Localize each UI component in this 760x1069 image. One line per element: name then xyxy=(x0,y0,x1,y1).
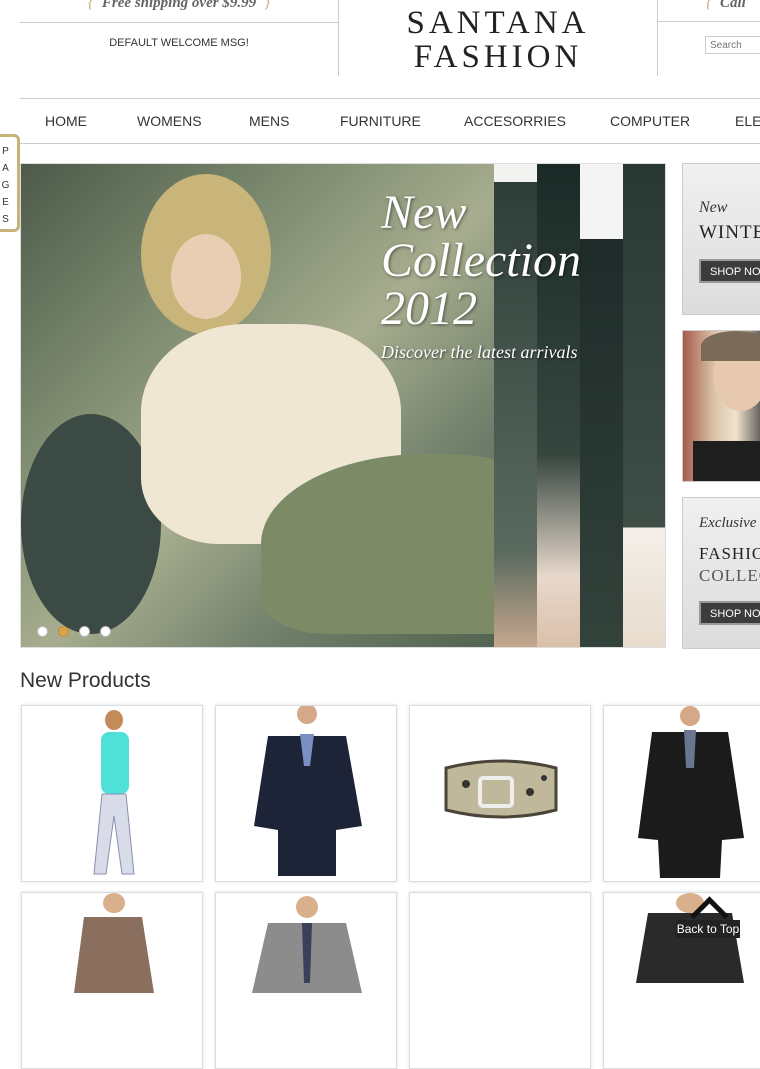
nav-item-furniture[interactable]: FURNITURE xyxy=(340,113,421,129)
nav-item-womens[interactable]: WOMENS xyxy=(137,113,202,129)
promo-hair xyxy=(701,331,760,361)
product-image xyxy=(444,759,558,819)
slider-dot-active[interactable] xyxy=(58,626,69,637)
logo-line1: SANTANA xyxy=(406,5,590,41)
brace-icon: } xyxy=(264,0,271,11)
pages-letter: E xyxy=(2,197,9,208)
pages-letter: A xyxy=(2,163,9,174)
pages-letter: P xyxy=(2,146,9,157)
product-card[interactable] xyxy=(409,892,591,1069)
pages-side-tab[interactable]: P A G E S xyxy=(0,134,20,232)
slider-dot[interactable] xyxy=(37,626,48,637)
nav-item-mens[interactable]: MENS xyxy=(249,113,289,129)
call-text: Call xyxy=(720,0,746,11)
product-card[interactable] xyxy=(215,892,397,1069)
product-card[interactable] xyxy=(603,705,760,882)
product-image xyxy=(74,893,154,993)
product-card[interactable] xyxy=(409,705,591,882)
banner-subtitle: Discover the latest arrivals xyxy=(381,342,578,362)
banner-slice xyxy=(623,164,665,647)
promo-winter[interactable]: New WINTER SHOP NOW xyxy=(682,163,760,315)
product-card[interactable] xyxy=(21,705,203,882)
slider-dot[interactable] xyxy=(100,626,111,637)
slider-dots xyxy=(37,624,121,642)
product-card[interactable] xyxy=(21,892,203,1069)
search-input[interactable] xyxy=(705,36,760,54)
call-banner: { Call xyxy=(658,0,760,22)
promo-label: Exclusive xyxy=(699,515,757,531)
slider-dot[interactable] xyxy=(79,626,90,637)
product-image xyxy=(254,706,362,876)
promo-label: New xyxy=(699,199,728,216)
logo-line2: FASHION xyxy=(413,39,583,75)
product-image xyxy=(638,706,744,878)
hero-slider[interactable]: New Collection 2012 Discover the latest … xyxy=(20,163,666,648)
free-shipping-text: Free shipping over $9.99 xyxy=(101,0,257,11)
shop-now-button[interactable]: SHOP NOW xyxy=(699,259,760,283)
banner-slice xyxy=(580,164,623,647)
product-image xyxy=(252,896,362,993)
pages-letter: G xyxy=(1,180,10,191)
brace-icon: { xyxy=(87,0,94,11)
pages-letter: S xyxy=(2,214,9,225)
nav-item-computer[interactable]: COMPUTER xyxy=(610,113,690,129)
nav-item-home[interactable]: HOME xyxy=(45,113,87,129)
promo-headline: WINTER xyxy=(699,222,760,243)
site-logo[interactable]: SANTANA FASHION xyxy=(339,6,657,74)
banner-title: New Collection 2012 xyxy=(381,189,581,333)
free-shipping-banner: { Free shipping over $9.99} xyxy=(20,0,338,23)
main-nav: HOME WOMENS MENS FURNITURE ACCESORRIES C… xyxy=(20,98,760,144)
nav-item-electronics[interactable]: ELE xyxy=(735,113,760,129)
banner-face xyxy=(171,234,241,319)
back-to-top-button[interactable]: Back to Top xyxy=(676,896,740,940)
nav-item-accessories[interactable]: ACCESORRIES xyxy=(464,113,566,129)
promo-jacket xyxy=(693,441,760,481)
promo-exclusive[interactable]: Exclusive FASHION COLLECTION SHOP NOW xyxy=(682,497,760,649)
welcome-message: DEFAULT WELCOME MSG! xyxy=(109,37,249,49)
banner-title-line: Collection xyxy=(381,234,581,287)
back-to-top-label: Back to Top xyxy=(676,920,740,938)
promo-headline2: COLLECTION xyxy=(699,566,760,585)
product-card[interactable] xyxy=(215,705,397,882)
banner-title-line: New xyxy=(381,186,467,239)
promo-mens-image[interactable] xyxy=(682,330,760,482)
brace-icon: { xyxy=(706,0,712,11)
product-image xyxy=(93,710,135,875)
section-title: New Products xyxy=(20,669,151,692)
banner-title-line: 2012 xyxy=(381,282,477,335)
shop-now-button[interactable]: SHOP NOW xyxy=(699,601,760,625)
banner-rock xyxy=(21,414,161,634)
promo-headline: FASHION xyxy=(699,544,760,563)
